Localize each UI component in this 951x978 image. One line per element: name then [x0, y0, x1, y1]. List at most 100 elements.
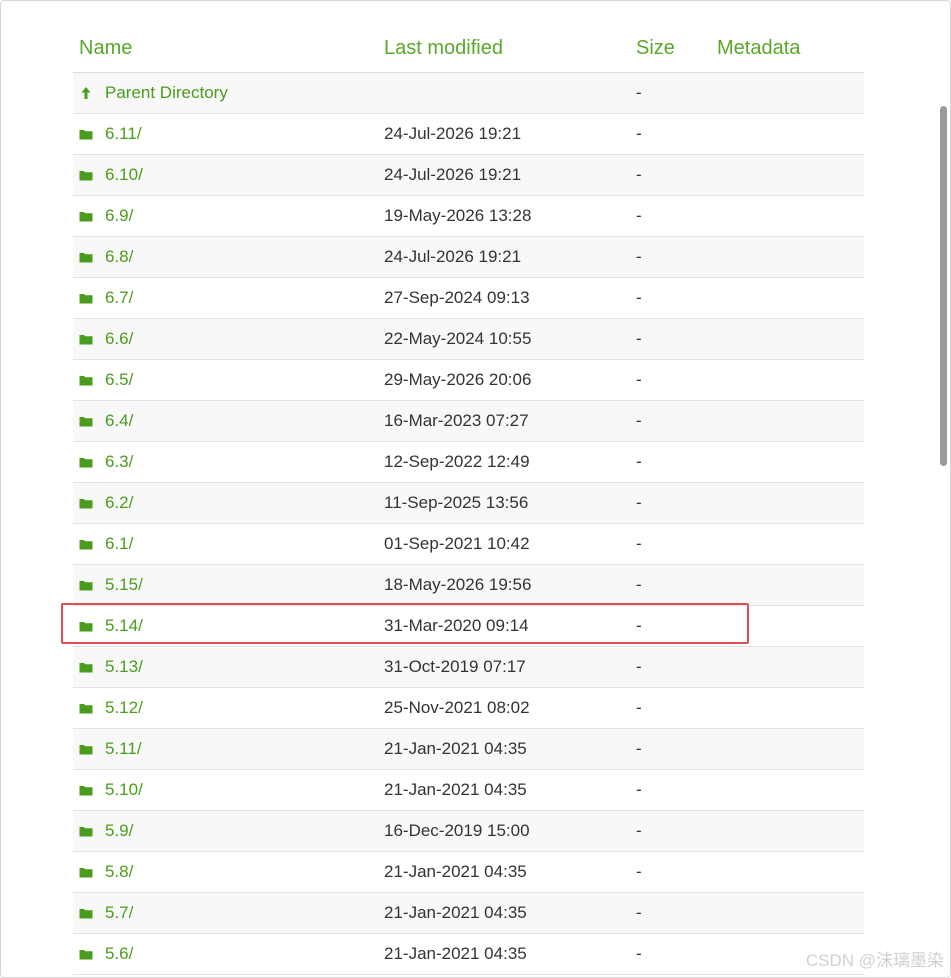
- folder-link[interactable]: 6.10/: [79, 165, 143, 185]
- last-modified-cell: 21-Jan-2021 04:35: [384, 780, 527, 799]
- folder-name: 6.11/: [105, 124, 142, 143]
- folder-name: 6.10/: [105, 165, 143, 184]
- size-cell: -: [636, 329, 642, 348]
- folder-link[interactable]: 6.1/: [79, 534, 133, 554]
- folder-link[interactable]: 5.12/: [79, 698, 143, 718]
- last-modified-cell: 24-Jul-2026 19:21: [384, 165, 522, 184]
- folder-name: 5.9/: [105, 821, 134, 840]
- folder-icon: [79, 909, 93, 919]
- folder-link[interactable]: 6.3/: [79, 452, 133, 472]
- table-row: 6.5/29-May-2026 20:06 -: [73, 360, 864, 401]
- table-row: 6.8/24-Jul-2026 19:21 -: [73, 237, 864, 278]
- folder-icon: [79, 663, 93, 673]
- size-cell: -: [636, 452, 642, 471]
- folder-icon: [79, 745, 93, 755]
- folder-link[interactable]: 6.9/: [79, 206, 133, 226]
- folder-link[interactable]: 5.14/: [79, 616, 143, 636]
- column-header-name[interactable]: Name: [79, 37, 132, 60]
- table-row: 5.15/18-May-2026 19:56 -: [73, 565, 864, 606]
- folder-link[interactable]: 6.7/: [79, 288, 133, 308]
- folder-icon: [79, 786, 93, 796]
- folder-name: 6.1/: [105, 534, 134, 553]
- table-row: 6.4/16-Mar-2023 07:27 -: [73, 401, 864, 442]
- folder-link[interactable]: 5.6/: [79, 944, 133, 964]
- watermark: CSDN @沫璃墨染: [805, 951, 944, 970]
- folder-name: 6.6/: [105, 329, 134, 348]
- size-cell: -: [636, 657, 642, 676]
- table-row: 6.10/24-Jul-2026 19:21 -: [73, 155, 864, 196]
- folder-icon: [79, 540, 93, 550]
- table-row: 5.6/21-Jan-2021 04:35 -: [73, 934, 864, 975]
- folder-icon: [79, 335, 93, 345]
- size-cell: -: [636, 206, 642, 225]
- scrollbar-thumb[interactable]: [940, 106, 947, 466]
- size-cell: -: [636, 698, 642, 717]
- column-header-metadata[interactable]: Metadata: [717, 37, 800, 60]
- parent-directory-link[interactable]: Parent Directory: [79, 83, 228, 103]
- folder-icon: [79, 253, 93, 263]
- table-row: 5.13/31-Oct-2019 07:17 -: [73, 647, 864, 688]
- size-cell: -: [636, 616, 642, 635]
- arrow-up-icon: [81, 87, 91, 99]
- folder-link[interactable]: 6.2/: [79, 493, 133, 513]
- folder-icon: [79, 704, 93, 714]
- folder-name: 5.6/: [105, 944, 134, 963]
- size-cell: -: [636, 821, 642, 840]
- size-cell: -: [636, 575, 642, 594]
- folder-link[interactable]: 6.8/: [79, 247, 133, 267]
- last-modified-cell: 21-Jan-2021 04:35: [384, 862, 527, 881]
- folder-icon: [79, 171, 93, 181]
- folder-name: 6.5/: [105, 370, 134, 389]
- vertical-scrollbar[interactable]: [936, 1, 950, 977]
- folder-link[interactable]: 5.10/: [79, 780, 143, 800]
- last-modified-cell: 21-Jan-2021 04:35: [384, 903, 527, 922]
- folder-icon: [79, 868, 93, 878]
- last-modified-cell: 21-Jan-2021 04:35: [384, 739, 527, 758]
- last-modified-cell: 21-Jan-2021 04:35: [384, 944, 527, 963]
- size-cell: -: [636, 288, 642, 307]
- last-modified-cell: 16-Dec-2019 15:00: [384, 821, 530, 840]
- directory-rows: 6.11/24-Jul-2026 19:21-6.10/24-Jul-2026 …: [73, 114, 864, 975]
- table-row: 5.9/16-Dec-2019 15:00 -: [73, 811, 864, 852]
- folder-link[interactable]: 6.6/: [79, 329, 133, 349]
- size-cell: -: [636, 944, 642, 963]
- table-row: 6.3/12-Sep-2022 12:49 -: [73, 442, 864, 483]
- folder-name: 5.12/: [105, 698, 143, 717]
- last-modified-cell: 01-Sep-2021 10:42: [384, 534, 530, 553]
- table-row: 5.14/31-Mar-2020 09:14 -: [73, 606, 864, 647]
- folder-icon: [79, 376, 93, 386]
- table-row: 6.11/24-Jul-2026 19:21 -: [73, 114, 864, 155]
- table-row: 6.7/27-Sep-2024 09:13 -: [73, 278, 864, 319]
- last-modified-cell: 31-Oct-2019 07:17: [384, 657, 526, 676]
- size-cell: -: [636, 534, 642, 553]
- folder-link[interactable]: 6.11/: [79, 124, 142, 144]
- folder-name: 5.10/: [105, 780, 143, 799]
- column-header-last-modified[interactable]: Last modified: [384, 37, 503, 60]
- folder-icon: [79, 130, 93, 140]
- folder-icon: [79, 827, 93, 837]
- folder-icon: [79, 212, 93, 222]
- size-cell: -: [636, 247, 642, 266]
- parent-directory-row: Parent Directory -: [73, 73, 864, 114]
- folder-link[interactable]: 5.15/: [79, 575, 143, 595]
- folder-link[interactable]: 5.13/: [79, 657, 143, 677]
- folder-name: 5.15/: [105, 575, 143, 594]
- folder-link[interactable]: 5.11/: [79, 739, 142, 759]
- folder-name: 6.8/: [105, 247, 134, 266]
- folder-name: 5.8/: [105, 862, 134, 881]
- folder-icon: [79, 294, 93, 304]
- folder-link[interactable]: 6.4/: [79, 411, 133, 431]
- last-modified-cell: 24-Jul-2026 19:21: [384, 247, 522, 266]
- folder-link[interactable]: 5.8/: [79, 862, 133, 882]
- table-row: 5.7/21-Jan-2021 04:35 -: [73, 893, 864, 934]
- folder-link[interactable]: 6.5/: [79, 370, 133, 390]
- folder-name: 6.4/: [105, 411, 134, 430]
- folder-link[interactable]: 5.7/: [79, 903, 133, 923]
- column-header-size[interactable]: Size: [636, 37, 675, 60]
- size-cell: -: [636, 370, 642, 389]
- folder-link[interactable]: 5.9/: [79, 821, 133, 841]
- last-modified-cell: 29-May-2026 20:06: [384, 370, 532, 389]
- table-row: 5.12/25-Nov-2021 08:02 -: [73, 688, 864, 729]
- folder-name: 6.9/: [105, 206, 134, 225]
- size-cell: -: [636, 411, 642, 430]
